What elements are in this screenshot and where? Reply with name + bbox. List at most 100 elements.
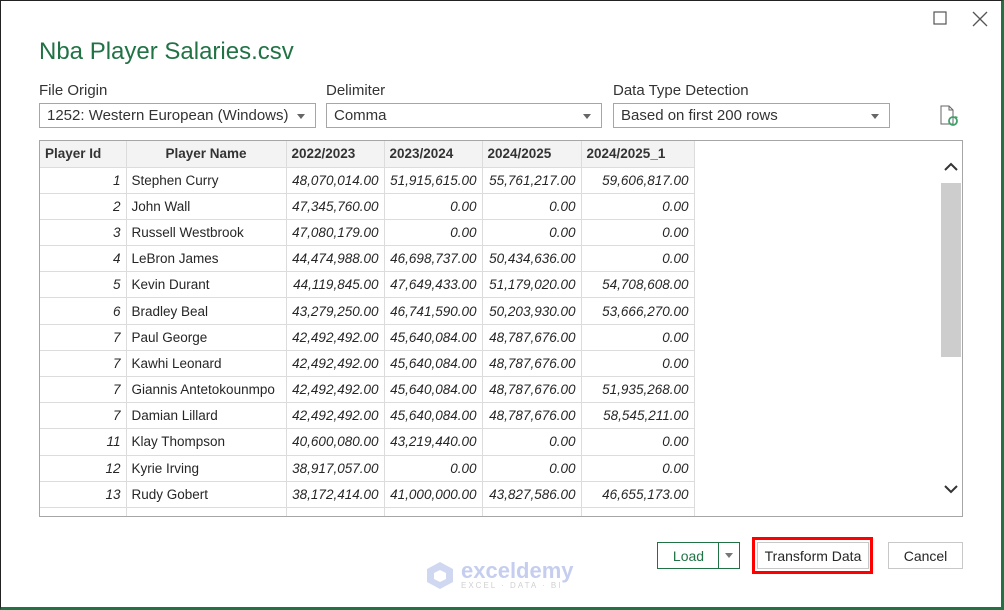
- table-cell: 42,492,492.00: [285, 402, 385, 430]
- table-cell: 48,787,676.00: [481, 349, 582, 378]
- table-row: 7 Paul George 42,492,492.00 45,640,084.00 48…: [40, 323, 695, 351]
- table-cell: 59,606,817.00: [580, 166, 695, 194]
- table-cell: 50,203,930.00: [481, 297, 582, 325]
- column-header: 2022/2023: [285, 141, 385, 168]
- table-row: [40, 506, 695, 516]
- column-header: Player Id: [40, 141, 127, 168]
- detection-value: Based on first 200 rows: [621, 107, 778, 124]
- table-cell: 45,640,084.00: [383, 402, 483, 430]
- table-row: 7 Kawhi Leonard 42,492,492.00 45,640,084.00…: [40, 349, 695, 378]
- table-cell: 1: [40, 166, 127, 194]
- table-cell: 48,070,014.00: [285, 166, 385, 194]
- table-cell: 0.00: [481, 454, 582, 482]
- table-row: 1 Stephen Curry 48,070,014.00 51,915,615.00…: [40, 166, 695, 194]
- close-icon: [972, 11, 988, 27]
- chevron-down-icon[interactable]: [943, 481, 959, 497]
- table-cell: 12: [40, 454, 127, 482]
- table-cell: 55,761,217.00: [481, 166, 582, 194]
- table-cell: 45,640,084.00: [383, 349, 483, 378]
- scrollbar-thumb[interactable]: [941, 183, 961, 357]
- table-cell: 51,935,268.00: [580, 375, 695, 404]
- table-cell: 0.00: [580, 428, 695, 456]
- table-cell: 0.00: [481, 218, 582, 247]
- table-cell: 3: [40, 218, 127, 247]
- table-cell: John Wall: [125, 192, 287, 220]
- table-cell: 51,179,020.00: [481, 271, 582, 299]
- table-cell: 43,827,586.00: [481, 480, 582, 508]
- table-cell: LeBron James: [125, 245, 287, 273]
- table-cell: 53,666,270.00: [580, 297, 695, 325]
- table-cell: [40, 506, 127, 516]
- table-cell: 44,119,845.00: [285, 271, 385, 299]
- table-cell: 44,474,988.00: [285, 245, 385, 273]
- table-cell: 0.00: [580, 218, 695, 247]
- chevron-down-icon: [583, 114, 591, 119]
- table-row: 6 Bradley Beal 43,279,250.00 46,741,590.00 5…: [40, 297, 695, 325]
- cancel-button[interactable]: Cancel: [888, 542, 963, 569]
- maximize-button[interactable]: [929, 8, 953, 30]
- refresh-preview-button[interactable]: [938, 104, 962, 128]
- table-cell: 0.00: [383, 192, 483, 220]
- table-cell: Paul George: [125, 323, 287, 351]
- table-cell: Stephen Curry: [125, 166, 287, 194]
- table-cell: 38,172,414.00: [285, 480, 385, 508]
- chevron-down-icon: [871, 114, 879, 119]
- table-cell: Bradley Beal: [125, 297, 287, 325]
- table-cell: 38,917,057.00: [285, 454, 385, 482]
- table-cell: 0.00: [580, 192, 695, 220]
- table-cell: Kevin Durant: [125, 271, 287, 299]
- detection-label: Data Type Detection: [613, 82, 749, 99]
- table-cell: 54,708,608.00: [580, 271, 695, 299]
- table-cell: 42,492,492.00: [285, 375, 385, 404]
- table-cell: 0.00: [481, 428, 582, 456]
- table-row: 2 John Wall 47,345,760.00 0.00 0.00 0.00: [40, 192, 695, 220]
- table-cell: 43,219,440.00: [383, 428, 483, 456]
- file-origin-value: 1252: Western European (Windows): [47, 107, 289, 124]
- vertical-scrollbar[interactable]: [940, 141, 962, 516]
- table-cell: 47,649,433.00: [383, 271, 483, 299]
- table-cell: Giannis Antetokounmpo: [125, 375, 287, 404]
- table-cell: [580, 506, 695, 516]
- table-cell: 0.00: [580, 349, 695, 378]
- table-cell: Kawhi Leonard: [125, 349, 287, 378]
- table-cell: 7: [40, 375, 127, 404]
- table-cell: 48,787,676.00: [481, 323, 582, 351]
- load-options-dropdown[interactable]: [718, 542, 740, 569]
- table-cell: 46,655,173.00: [580, 480, 695, 508]
- table-row: 3 Russell Westbrook 47,080,179.00 0.00 0.00 0…: [40, 218, 695, 247]
- table-row: 4 LeBron James 44,474,988.00 46,698,737.00 5…: [40, 245, 695, 273]
- table-cell: 40,600,080.00: [285, 428, 385, 456]
- table-cell: Russell Westbrook: [125, 218, 287, 247]
- table-cell: 50,434,636.00: [481, 245, 582, 273]
- column-header: 2024/2025_1: [580, 141, 695, 168]
- column-header: Player Name: [125, 141, 287, 168]
- table-cell: 58,545,211.00: [580, 402, 695, 430]
- table-cell: 6: [40, 297, 127, 325]
- detection-select[interactable]: Based on first 200 rows: [613, 103, 890, 128]
- table-cell: 41,000,000.00: [383, 480, 483, 508]
- table-cell: 0.00: [383, 218, 483, 247]
- chevron-up-icon[interactable]: [943, 159, 959, 175]
- table-cell: 7: [40, 349, 127, 378]
- load-button[interactable]: Load: [657, 542, 719, 569]
- table-row: 11 Klay Thompson 40,600,080.00 43,219,440.0…: [40, 428, 695, 456]
- table-cell: 5: [40, 271, 127, 299]
- table-cell: 0.00: [580, 454, 695, 482]
- watermark-name: exceldemy: [461, 557, 574, 583]
- table-cell: 42,492,492.00: [285, 349, 385, 378]
- table-cell: Damian Lillard: [125, 402, 287, 430]
- table-cell: Kyrie Irving: [125, 454, 287, 482]
- table-cell: 7: [40, 323, 127, 351]
- file-origin-select[interactable]: 1252: Western European (Windows): [39, 103, 316, 128]
- delimiter-value: Comma: [334, 107, 387, 124]
- close-button[interactable]: [968, 8, 992, 30]
- table-cell: 0.00: [481, 192, 582, 220]
- table-cell: Klay Thompson: [125, 428, 287, 456]
- table-cell: Rudy Gobert: [125, 480, 287, 508]
- preview-grid: Player Id Player Name 2022/2023 2023/2024 20…: [39, 140, 963, 517]
- delimiter-select[interactable]: Comma: [326, 103, 602, 128]
- chevron-down-icon: [725, 553, 733, 558]
- table-row: 13 Rudy Gobert 38,172,414.00 41,000,000.00 4…: [40, 480, 695, 508]
- transform-data-button[interactable]: Transform Data: [757, 542, 869, 569]
- table-cell: 43,279,250.00: [285, 297, 385, 325]
